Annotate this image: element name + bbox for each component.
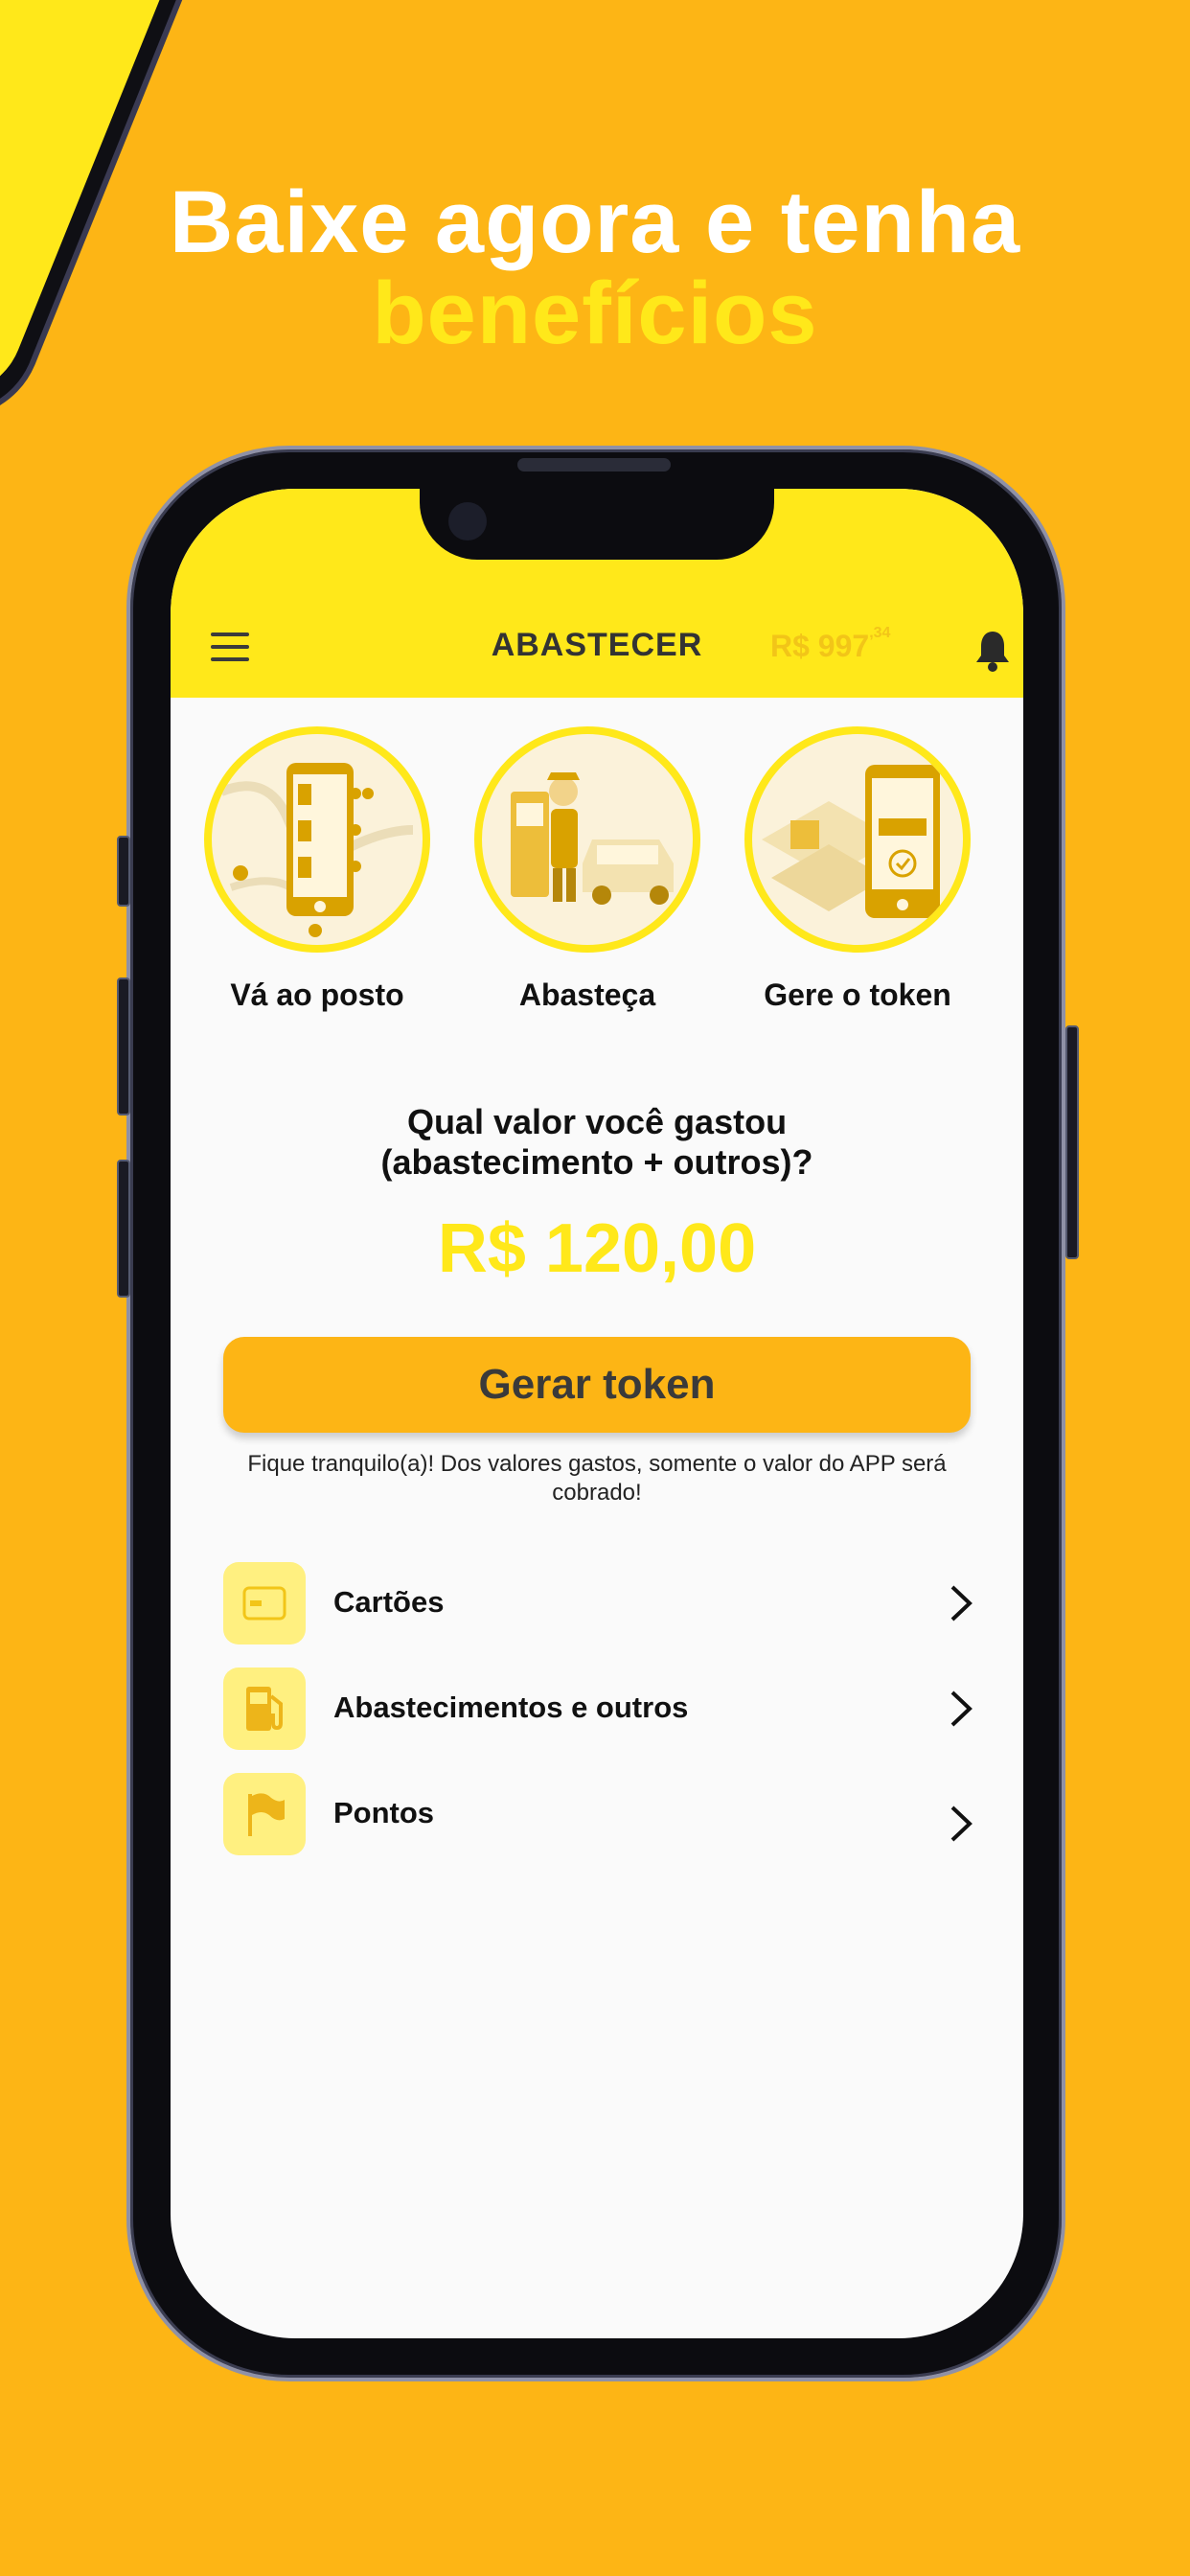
headline-line-2: benefícios — [372, 264, 818, 362]
bell-icon[interactable] — [973, 629, 1012, 673]
speaker-grille — [517, 458, 671, 472]
chevron-right-icon — [950, 1690, 973, 1727]
phone-notch — [420, 489, 774, 560]
amount-question: Qual valor você gastou (abastecimento + … — [171, 1102, 1023, 1183]
volume-down-button — [117, 1160, 130, 1298]
app-screen: ABASTECER R$ 997,34 Vá ao posto Abasteça… — [171, 489, 1023, 2338]
menu-item-cards[interactable]: Cartões — [223, 1562, 975, 1644]
credit-card-icon — [223, 1562, 306, 1644]
menu-item-fueling[interactable]: Abastecimentos e outros — [223, 1668, 975, 1750]
chevron-right-icon — [950, 1806, 973, 1842]
generate-token-button[interactable]: Gerar token — [223, 1337, 971, 1433]
phone-map-icon — [204, 726, 430, 953]
amount-value[interactable]: R$ 120,00 — [171, 1209, 1023, 1288]
chevron-right-icon — [950, 1585, 973, 1622]
balance-main: R$ 997 — [770, 629, 870, 663]
app-title: ABASTECER — [491, 627, 703, 663]
menu-item-label: Abastecimentos e outros — [333, 1690, 689, 1724]
volume-up-button — [117, 978, 130, 1116]
step-refuel: Abasteça — [468, 726, 707, 1013]
power-button — [1065, 1025, 1079, 1259]
flag-icon — [223, 1773, 306, 1855]
step-go-to-station: Vá ao posto — [197, 726, 437, 1013]
side-button — [117, 836, 130, 907]
phone-token-icon — [744, 726, 971, 953]
balance-display: R$ 997,34 — [770, 625, 890, 664]
step-label: Vá ao posto — [230, 978, 404, 1012]
menu-item-label: Pontos — [333, 1796, 435, 1829]
fuel-pump-icon — [223, 1668, 306, 1750]
menu-item-points[interactable]: Pontos — [223, 1773, 975, 1855]
step-generate-token: Gere o token — [738, 726, 977, 1013]
step-label: Gere o token — [764, 978, 951, 1012]
balance-cents: ,34 — [869, 625, 891, 641]
question-line-1: Qual valor você gastou — [406, 1102, 788, 1141]
step-label: Abasteça — [518, 978, 656, 1012]
headline-line-1: Baixe agora e tenha — [169, 173, 1021, 271]
question-line-2: (abastecimento + outros)? — [380, 1142, 813, 1182]
menu-item-label: Cartões — [333, 1585, 445, 1619]
info-note: Fique tranquilo(a)! Dos valores gastos, … — [247, 1451, 947, 1506]
fuel-attendant-icon — [474, 726, 700, 953]
